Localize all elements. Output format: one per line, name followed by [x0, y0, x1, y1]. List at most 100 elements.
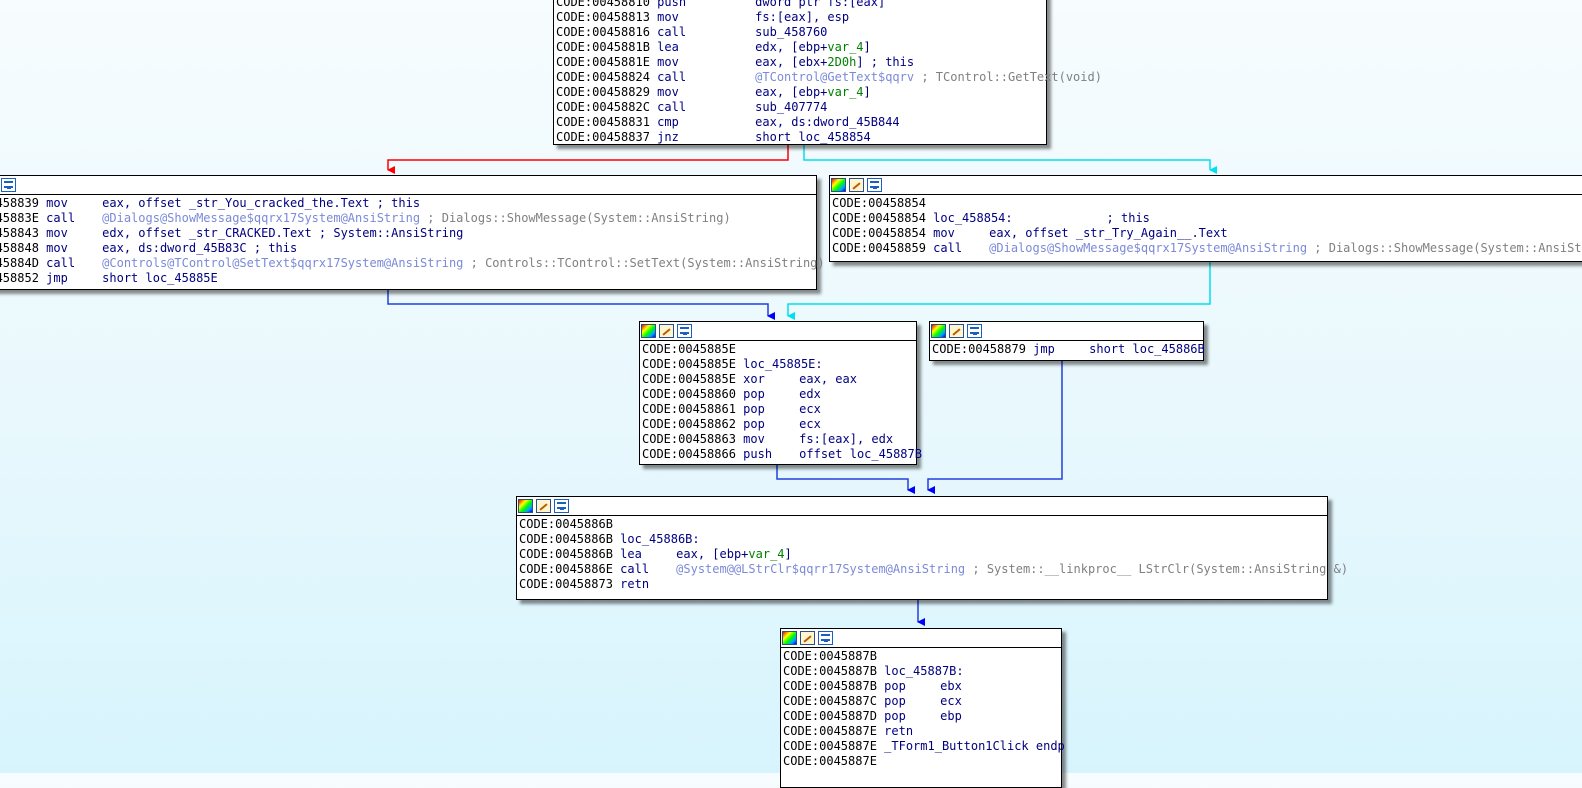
code-block-45886B[interactable]: CODE:0045886B CODE:0045886B loc_45886B: C… — [516, 496, 1348, 600]
line-operand: ecx — [799, 417, 821, 431]
graph-icon[interactable] — [554, 499, 569, 513]
code-line[interactable]: CODE:0045887D pop ebp — [783, 709, 1059, 724]
line-operand: ] — [863, 40, 871, 54]
code-line[interactable]: CODE:00458854 loc_458854: ; this — [832, 211, 1582, 226]
code-line[interactable]: CODE:00458873 retn — [519, 577, 1325, 592]
edit-icon[interactable] — [949, 324, 964, 338]
code-line[interactable]: CODE:0045885E — [642, 342, 914, 357]
code-line[interactable]: CODE:00458843 mov edx, offset _str_CRACKE… — [0, 226, 814, 241]
code-line[interactable]: CODE:0045887E _TForm1_Button1Click endp — [783, 739, 1065, 754]
line-operand: eax, offset _str_Try_Again__.Text — [989, 226, 1228, 240]
graph-icon[interactable] — [967, 324, 982, 338]
code-line[interactable]: CODE:0045887E — [783, 754, 1059, 769]
line-operand: short loc_45885E — [102, 271, 218, 285]
symbol-link[interactable]: @System@@LStrClr$qqrr17System@AnsiString — [676, 562, 965, 576]
color-icon[interactable] — [782, 631, 797, 645]
code-block-458879[interactable]: CODE:00458879 jmp short loc_45886B — [929, 321, 1205, 361]
code-line[interactable]: CODE:00458813 mov fs:[eax], esp — [556, 10, 1044, 25]
line-address: CODE:00458852 — [0, 271, 39, 285]
code-block-458810[interactable]: CODE:00458810 push dword ptr fs:[eax] CODE… — [553, 0, 1102, 147]
code-line[interactable]: CODE:00458861 pop ecx — [642, 402, 914, 417]
code-line[interactable]: CODE:0045886B — [519, 517, 1325, 532]
line-operand: 2D0h — [827, 55, 857, 69]
code-block-45885E[interactable]: CODE:0045885E CODE:0045885E loc_45885E: C… — [639, 321, 922, 465]
code-line[interactable]: CODE:00458860 pop edx — [642, 387, 914, 402]
block-code: CODE:00458810 push dword ptr fs:[eax] CODE… — [554, 0, 1102, 147]
graph-icon[interactable] — [818, 631, 833, 645]
code-line[interactable]: CODE:00458824 call @TControl@GetText$qqrv… — [556, 70, 1102, 85]
line-operand: sub_407774 — [755, 100, 828, 114]
code-line[interactable]: CODE:00458816 call sub_458760 — [556, 25, 1044, 40]
graph-icon[interactable] — [677, 324, 692, 338]
color-icon[interactable] — [931, 324, 946, 338]
line-address: CODE:0045884D — [0, 256, 39, 270]
code-block-458839[interactable]: CODE:00458839 mov eax, offset _str_You_cr… — [0, 175, 825, 290]
line-address: CODE:0045887E — [783, 739, 877, 753]
code-line[interactable]: CODE:0045883E call @Dialogs@ShowMessage$q… — [0, 211, 814, 226]
line-address: CODE:00458839 — [0, 196, 39, 210]
code-line[interactable]: CODE:00458848 mov eax, ds:dword_45B83C ; … — [0, 241, 814, 256]
line-comment: ; System::__linkproc__ LStrClr(System::A… — [965, 562, 1349, 576]
code-line[interactable]: CODE:00458829 mov eax, [ebp+var_4] — [556, 85, 1044, 100]
edit-icon[interactable] — [849, 178, 864, 192]
line-address: CODE:0045885E — [642, 372, 736, 386]
code-line[interactable]: CODE:0045887C pop ecx — [783, 694, 1059, 709]
line-mnemonic: loc_458854: — [933, 211, 1013, 225]
code-line[interactable]: CODE:00458879 jmp short loc_45886B — [932, 342, 1205, 357]
line-address: CODE:00458810 — [556, 0, 650, 9]
line-address: CODE:0045887C — [783, 694, 877, 708]
graph-icon[interactable] — [1, 178, 16, 192]
code-line[interactable]: CODE:00458863 mov fs:[eax], edx — [642, 432, 914, 447]
color-icon[interactable] — [641, 324, 656, 338]
code-line[interactable]: CODE:0045887B loc_45887B: — [783, 664, 1059, 679]
block-toolbar — [0, 176, 816, 195]
symbol-link[interactable]: @Dialogs@ShowMessage$qqrx17System@AnsiSt… — [102, 211, 420, 225]
code-line[interactable]: CODE:0045887B — [783, 649, 1059, 664]
edit-icon[interactable] — [800, 631, 815, 645]
code-block-458854[interactable]: CODE:00458854 CODE:00458854 loc_458854: … — [829, 175, 1582, 262]
line-mnemonic: mov — [657, 85, 679, 99]
code-line[interactable]: CODE:00458854 — [832, 196, 1582, 211]
symbol-link[interactable]: @Controls@TControl@SetText$qqrx17System@… — [102, 256, 463, 270]
code-line[interactable]: CODE:00458862 pop ecx — [642, 417, 914, 432]
code-line[interactable]: CODE:0045887B pop ebx — [783, 679, 1059, 694]
code-block-45887B[interactable]: CODE:0045887B CODE:0045887B loc_45887B: C… — [780, 628, 1065, 788]
line-operand: eax, [ebp+ — [755, 85, 828, 99]
color-icon[interactable] — [831, 178, 846, 192]
line-address: CODE:0045887E — [783, 724, 877, 738]
code-line[interactable]: CODE:0045886B loc_45886B: — [519, 532, 1325, 547]
line-operand: sub_458760 — [755, 25, 828, 39]
edit-icon[interactable] — [536, 499, 551, 513]
code-line[interactable]: CODE:00458837 jnz short loc_458854 — [556, 130, 1044, 145]
code-line[interactable]: CODE:0045884D call @Controls@TControl@Set… — [0, 256, 825, 271]
block-toolbar — [517, 497, 1327, 516]
code-line[interactable]: CODE:00458854 mov eax, offset _str_Try_Ag… — [832, 226, 1582, 241]
code-line[interactable]: CODE:0045887E retn — [783, 724, 1059, 739]
line-address: CODE:00458854 — [832, 226, 926, 240]
code-line[interactable]: CODE:0045886E call @System@@LStrClr$qqrr1… — [519, 562, 1348, 577]
code-line[interactable]: CODE:0045886B lea eax, [ebp+var_4] — [519, 547, 1325, 562]
graph-view[interactable]: CODE:00458810 push dword ptr fs:[eax] CODE… — [0, 0, 1582, 788]
line-mnemonic: jmp — [1033, 342, 1055, 356]
code-line[interactable]: CODE:0045882C call sub_407774 — [556, 100, 1044, 115]
line-mnemonic: cmp — [657, 115, 679, 129]
symbol-link[interactable]: @TControl@GetText$qqrv — [755, 70, 914, 84]
code-line[interactable]: CODE:00458831 cmp eax, ds:dword_45B844 — [556, 115, 1044, 130]
code-line[interactable]: CODE:0045881B lea edx, [ebp+var_4] — [556, 40, 1044, 55]
code-line[interactable]: CODE:0045885E xor eax, eax — [642, 372, 914, 387]
graph-icon[interactable] — [867, 178, 882, 192]
line-address: CODE:00458860 — [642, 387, 736, 401]
color-icon[interactable] — [518, 499, 533, 513]
block-toolbar — [830, 176, 1582, 195]
code-line[interactable]: CODE:00458810 push dword ptr fs:[eax] — [556, 0, 1044, 10]
code-line[interactable]: CODE:00458866 push offset loc_45887B — [642, 447, 922, 462]
symbol-link[interactable]: @Dialogs@ShowMessage$qqrx17System@AnsiSt… — [989, 241, 1307, 255]
code-line[interactable]: CODE:0045881E mov eax, [ebx+2D0h] ; this — [556, 55, 1044, 70]
code-line[interactable]: CODE:00458852 jmp short loc_45885E — [0, 271, 814, 286]
edit-icon[interactable] — [659, 324, 674, 338]
code-line[interactable]: CODE:00458839 mov eax, offset _str_You_cr… — [0, 196, 814, 211]
line-address: CODE:00458863 — [642, 432, 736, 446]
code-line[interactable]: CODE:0045885E loc_45885E: — [642, 357, 914, 372]
line-mnemonic: call — [46, 211, 76, 225]
code-line[interactable]: CODE:00458859 call @Dialogs@ShowMessage$q… — [832, 241, 1582, 256]
